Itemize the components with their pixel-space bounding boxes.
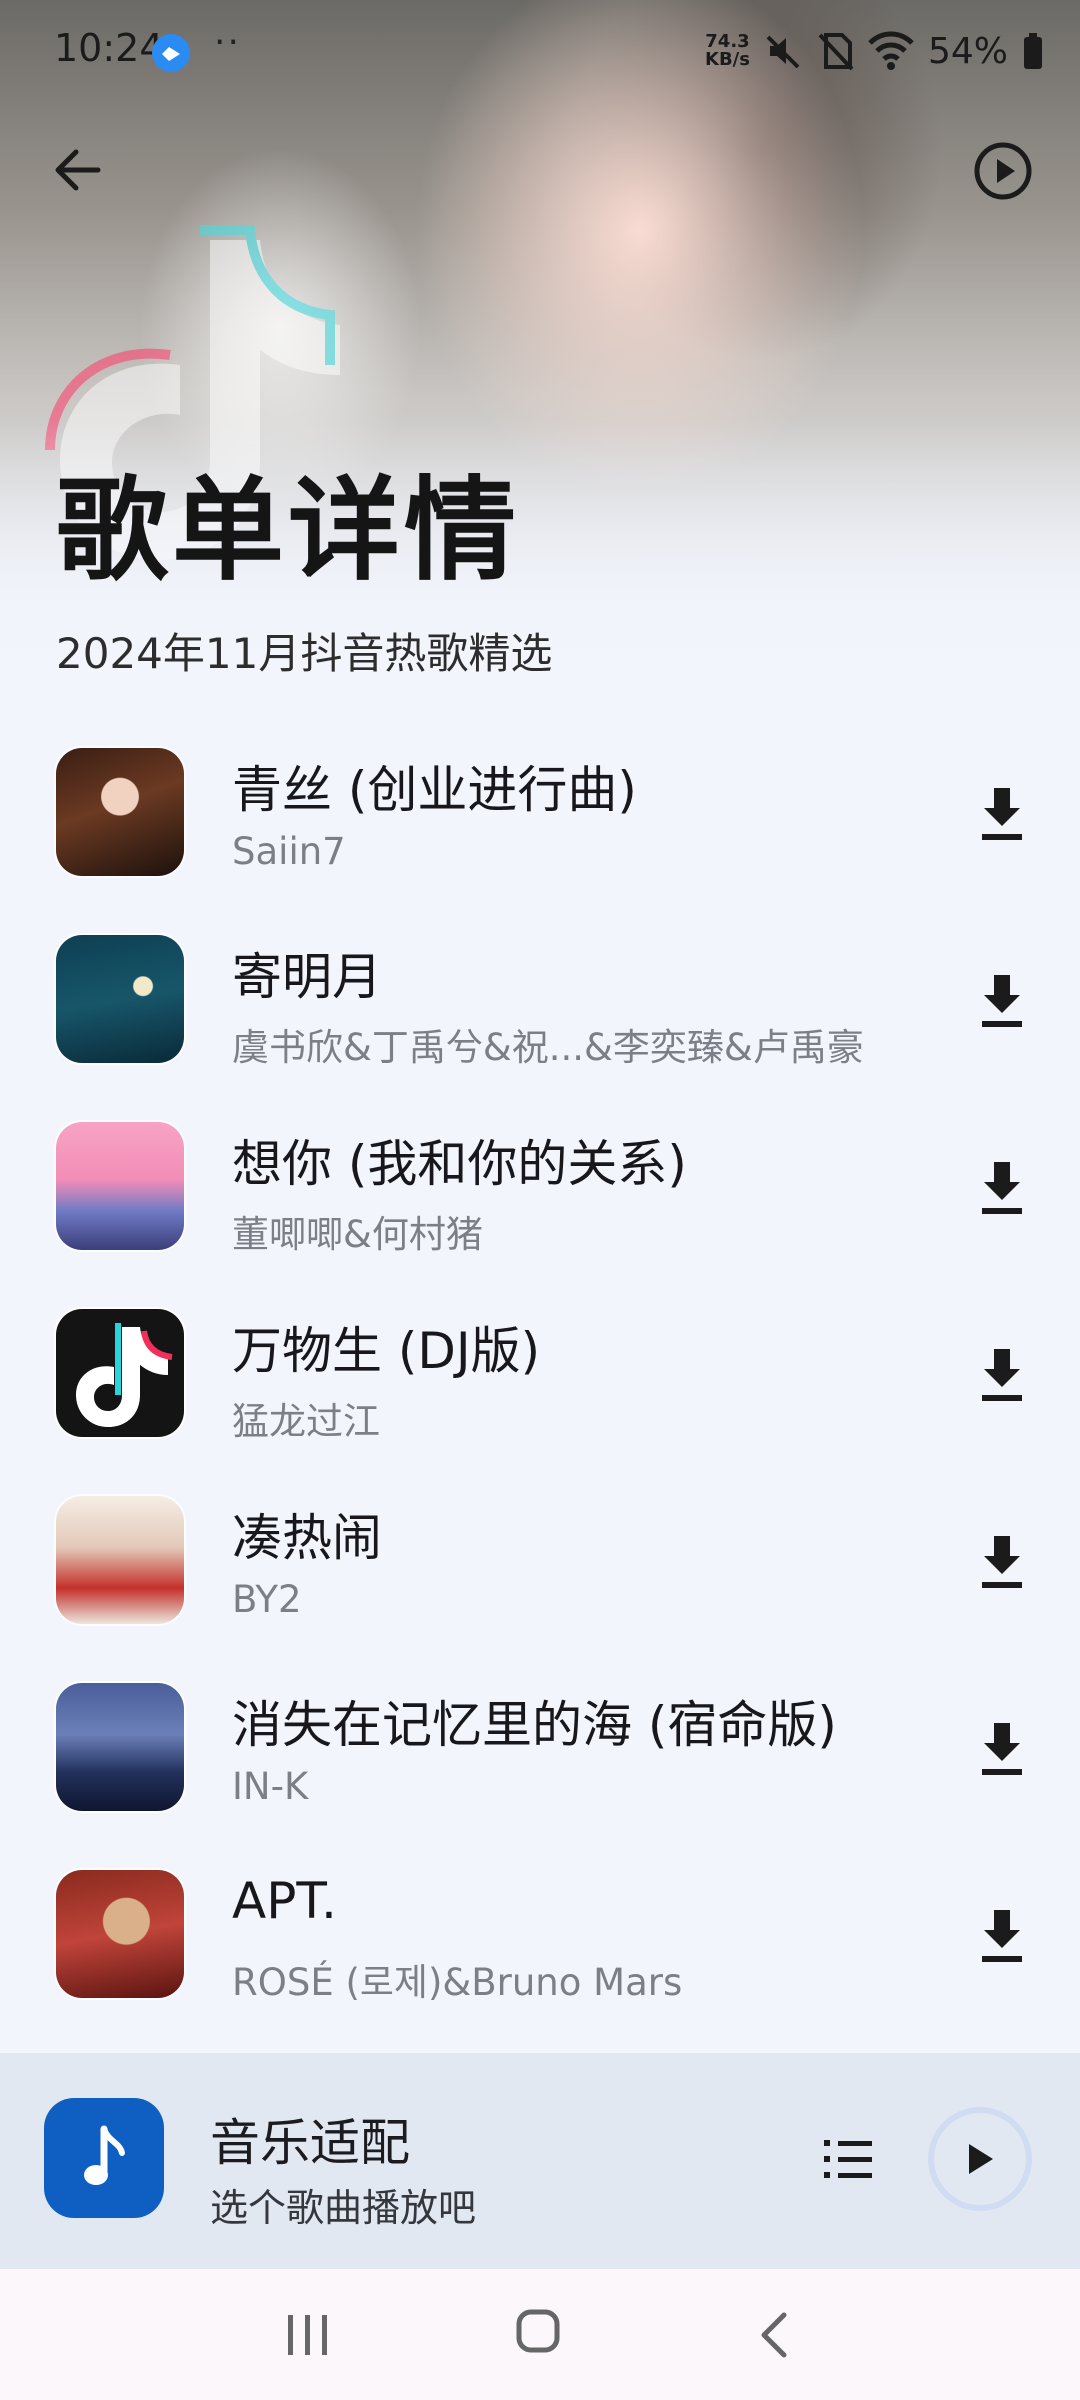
music-app-icon	[44, 2098, 164, 2218]
play-icon	[969, 2144, 993, 2174]
song-artist: 虞书欣&丁禹兮&祝...&李奕臻&卢禹豪	[232, 1026, 864, 1069]
song-row[interactable]: 凑热闹 BY2	[0, 1466, 1080, 1653]
battery-percentage: 54%	[927, 30, 1008, 72]
status-bar: 10:24 ·· 74.3 KB/s 54%	[0, 0, 1080, 104]
notification-app-icon	[152, 34, 190, 72]
song-row[interactable]: 寄明月 虞书欣&丁禹兮&祝...&李奕臻&卢禹豪	[0, 905, 1080, 1092]
play-all-icon[interactable]	[972, 140, 1034, 202]
song-cover-art	[56, 935, 184, 1063]
song-list: 青丝 (创业进行曲) Saiin7 寄明月 虞书欣&丁禹兮&祝...&李奕臻&卢…	[0, 718, 1080, 2027]
home-icon[interactable]	[516, 2309, 560, 2353]
download-icon[interactable]	[976, 1532, 1028, 1590]
song-row[interactable]: 青丝 (创业进行曲) Saiin7	[0, 718, 1080, 905]
song-title: 消失在记忆里的海 (宿命版)	[232, 1696, 837, 1754]
no-sim-icon	[818, 33, 854, 71]
playlist-subtitle: 2024年11月抖音热歌精选	[56, 629, 553, 678]
song-title: 青丝 (创业进行曲)	[232, 761, 637, 819]
system-navigation-bar	[0, 2269, 1080, 2400]
back-arrow-icon[interactable]	[48, 140, 108, 200]
download-icon[interactable]	[976, 784, 1028, 842]
status-time: 10:24	[54, 26, 164, 70]
mini-player-subtitle: 选个歌曲播放吧	[210, 2186, 477, 2230]
song-cover-art	[56, 748, 184, 876]
screen: 10:24 ·· 74.3 KB/s 54% 歌单详情 2024年11月抖音热歌…	[0, 0, 1080, 2400]
song-artist: 董唧唧&何村猪	[232, 1213, 483, 1256]
song-cover-art	[56, 1122, 184, 1250]
song-title: 想你 (我和你的关系)	[232, 1135, 687, 1193]
download-icon[interactable]	[976, 1906, 1028, 1964]
song-artist: BY2	[232, 1578, 302, 1621]
song-cover-art	[56, 1496, 184, 1624]
song-title: APT.	[232, 1872, 337, 1930]
mute-icon	[766, 35, 800, 69]
download-icon[interactable]	[976, 1158, 1028, 1216]
song-title: 凑热闹	[232, 1509, 382, 1567]
playlist-cover-background	[0, 0, 1080, 720]
song-title: 万物生 (DJ版)	[232, 1322, 541, 1380]
song-artist: ROSÉ (로제)&Bruno Mars	[232, 1961, 683, 2004]
playlist-queue-icon[interactable]	[822, 2135, 874, 2185]
status-overflow-dots: ··	[214, 22, 241, 63]
download-icon[interactable]	[976, 1719, 1028, 1777]
song-title: 寄明月	[232, 948, 382, 1006]
wifi-icon	[868, 31, 914, 70]
mini-player[interactable]: 音乐适配 选个歌曲播放吧	[0, 2053, 1080, 2269]
song-row[interactable]: 万物生 (DJ版) 猛龙过江	[0, 1279, 1080, 1466]
mini-player-title: 音乐适配	[210, 2114, 410, 2172]
song-cover-art	[56, 1870, 184, 1998]
song-artist: 猛龙过江	[232, 1400, 380, 1443]
song-artist: Saiin7	[232, 830, 346, 873]
status-indicators: 74.3 KB/s 54%	[705, 26, 1044, 76]
battery-icon	[1024, 33, 1042, 69]
nav-back-icon[interactable]	[756, 2311, 792, 2359]
mini-player-play-button[interactable]	[928, 2107, 1032, 2211]
song-row[interactable]: 想你 (我和你的关系) 董唧唧&何村猪	[0, 1092, 1080, 1279]
song-cover-art	[56, 1309, 184, 1437]
network-speed-unit: KB/s	[705, 49, 750, 70]
song-row[interactable]: APT. ROSÉ (로제)&Bruno Mars	[0, 1840, 1080, 2027]
tiktok-logo-icon	[76, 1323, 173, 1427]
recent-apps-icon[interactable]	[284, 2313, 332, 2357]
download-icon[interactable]	[976, 1345, 1028, 1403]
network-speed: 74.3 KB/s	[705, 33, 750, 69]
song-artist: IN-K	[232, 1765, 309, 1808]
download-icon[interactable]	[976, 971, 1028, 1029]
song-cover-art	[56, 1683, 184, 1811]
song-row[interactable]: 消失在记忆里的海 (宿命版) IN-K	[0, 1653, 1080, 1840]
page-title: 歌单详情	[56, 466, 520, 596]
music-note-icon	[84, 2125, 125, 2185]
